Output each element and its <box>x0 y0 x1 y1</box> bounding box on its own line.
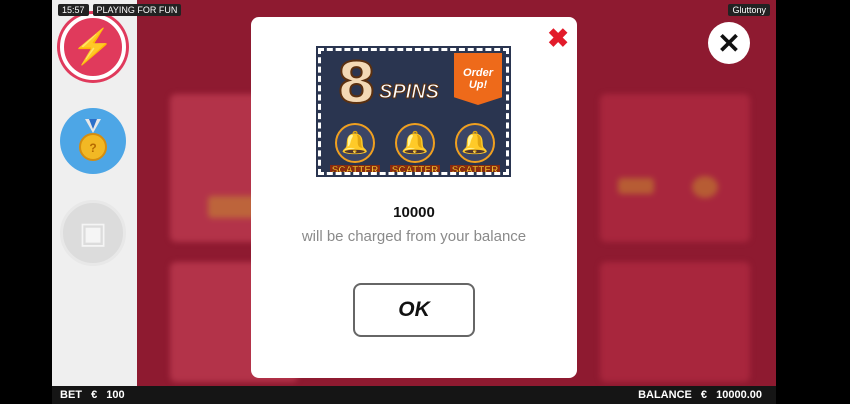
bet-currency: € <box>91 389 98 401</box>
medal-icon: ? <box>79 119 107 161</box>
sidebar-chest-button[interactable]: ▣ <box>60 200 126 266</box>
lightning-icon: ⚡ <box>71 28 115 66</box>
bell-icon: 🔔 <box>455 123 495 163</box>
bg-card <box>600 94 750 242</box>
bet-display: BET € 100 <box>60 389 131 401</box>
balance-value: 10000.00 <box>716 389 762 401</box>
scatter-symbol: 🔔 SCATTER <box>327 123 383 175</box>
bg-button <box>618 178 654 194</box>
scatter-label: SCATTER <box>449 165 501 175</box>
balance-display: BALANCE € 10000.00 <box>638 389 768 401</box>
bg-card <box>600 262 750 382</box>
purchase-confirm-dialog: ✖ 8 SPINS Order Up! 🔔 SCATTER 🔔 SCATTER … <box>251 17 577 378</box>
bell-icon: 🔔 <box>335 123 375 163</box>
scatter-label: SCATTER <box>329 165 381 175</box>
balance-label: BALANCE <box>638 389 692 401</box>
spin-count: 8 <box>336 51 377 117</box>
status-badges: 15:57 PLAYING FOR FUN <box>58 4 182 16</box>
close-icon: ✖ <box>547 23 569 53</box>
treasure-chest-icon: ▣ <box>78 216 108 250</box>
svg-text:?: ? <box>89 141 96 155</box>
scatter-symbol: 🔔 SCATTER <box>447 123 503 175</box>
close-icon: ✕ <box>717 27 741 59</box>
charge-message: will be charged from your balance <box>301 228 527 245</box>
dialog-close-button[interactable]: ✖ <box>547 23 569 54</box>
bell-icon: 🔔 <box>395 123 435 163</box>
balance-currency: € <box>700 389 708 401</box>
scatter-label: SCATTER <box>389 165 441 175</box>
bet-value: 100 <box>106 389 125 401</box>
footer-bar: BET € 100 BALANCE € 10000.00 <box>52 386 776 404</box>
scatter-symbols: 🔔 SCATTER 🔔 SCATTER 🔔 SCATTER <box>327 123 503 175</box>
spins-label: SPINS <box>378 81 440 104</box>
bet-label: BET <box>60 389 82 401</box>
sidebar: ⚡ ? ▣ <box>52 0 137 386</box>
clock: 15:57 <box>58 4 89 16</box>
sidebar-medal-button[interactable]: ? <box>60 108 126 174</box>
game-name-badge: Gluttony <box>728 4 770 16</box>
sidebar-lightning-button[interactable]: ⚡ <box>60 14 126 80</box>
charge-amount: 10000 <box>393 204 435 221</box>
close-game-button[interactable]: ✕ <box>708 22 750 64</box>
scatter-symbol: 🔔 SCATTER <box>387 123 443 175</box>
bg-button <box>692 176 718 198</box>
ok-button[interactable]: OK <box>353 283 475 337</box>
order-up-tag: Order Up! <box>454 53 502 105</box>
play-mode-badge: PLAYING FOR FUN <box>92 4 182 16</box>
promo-image: 8 SPINS Order Up! 🔔 SCATTER 🔔 SCATTER 🔔 … <box>316 46 511 177</box>
